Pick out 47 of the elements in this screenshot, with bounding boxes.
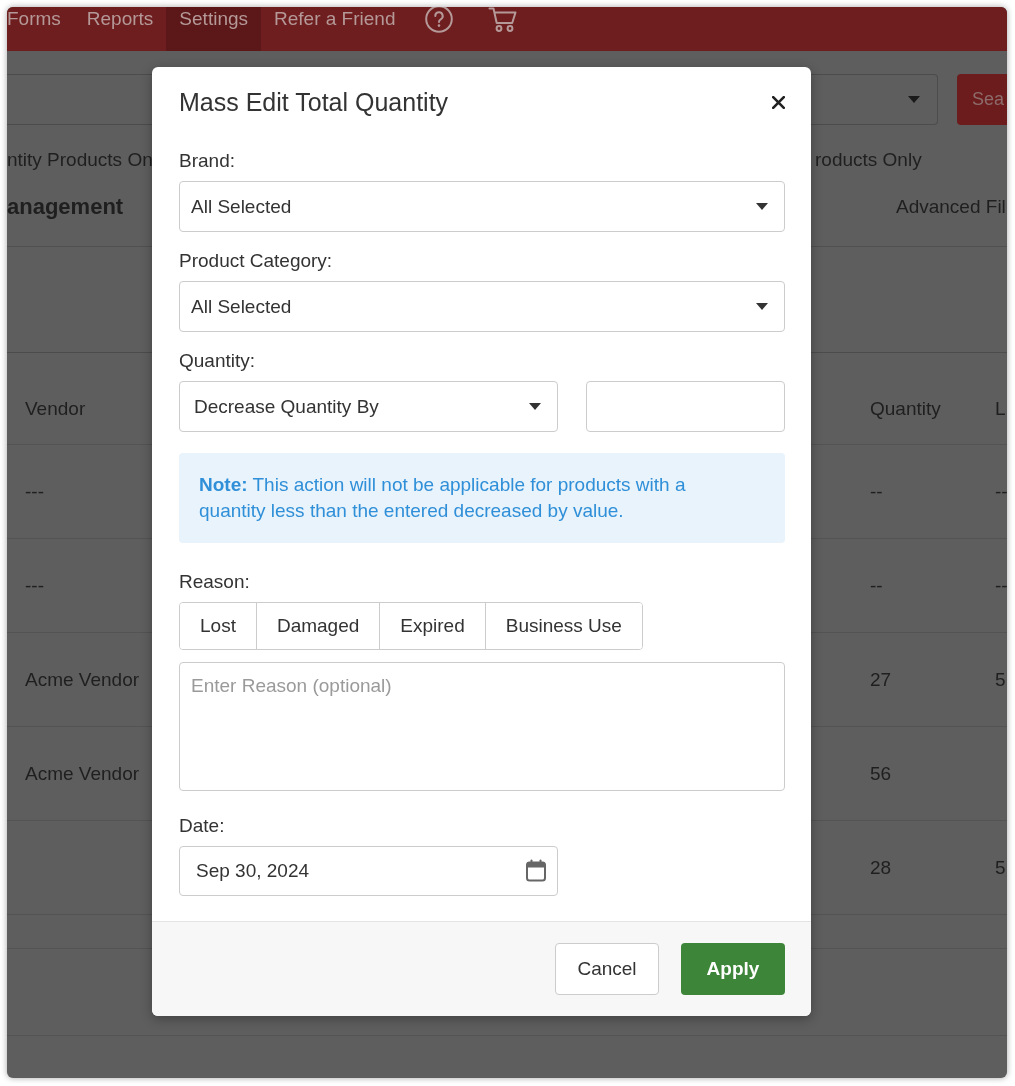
quantity-input[interactable] [586,381,785,432]
table-cell: 56 [870,762,892,784]
field-label: Quantity: [179,350,256,372]
table-cell: 27 [870,668,892,690]
help-icon[interactable] [425,7,454,33]
table-cell: -- [995,480,1007,502]
column-header: Vendor [25,398,86,419]
table-cell: 5 [995,668,1006,690]
field-label: Reason: [179,571,250,593]
caret-icon [908,96,920,103]
table-cell: -- [995,574,1007,596]
caret-icon [756,303,768,310]
table-cell: Acme Vendor [25,668,140,690]
field-label: Product Category: [179,250,333,272]
nav-item[interactable]: Reports [73,7,167,51]
column-header: L [995,398,1006,419]
field-label: Date: [179,815,225,837]
date-field[interactable]: Sep 30, 2024 [179,846,558,896]
cancel-button[interactable]: Cancel [555,943,659,995]
dropdown-field[interactable]: All Selected [179,281,785,332]
cart-icon[interactable] [488,7,519,33]
apply-button[interactable]: Apply [681,943,785,995]
nav-item[interactable]: Refer a Friend [261,7,409,51]
caret-icon [529,403,541,410]
caret-icon [756,203,768,210]
field-label: Brand: [179,150,235,172]
table-cell: 28 [870,856,892,878]
table-cell: --- [25,574,44,596]
page-title: anagement [7,194,124,219]
nav-item[interactable]: Settings [166,7,261,51]
column-header: Quantity [870,398,941,419]
note-message: Note: This action will not be applicable for products with a quantity less than the entered decreased by value. [179,453,785,543]
modal-title: Mass Edit Total Quantity [179,88,449,116]
filter-label: roducts Only [815,149,922,170]
table-cell: --- [25,480,44,502]
nav-item[interactable]: Forms [7,7,74,51]
dropdown-field[interactable]: All Selected [179,181,785,232]
reason-textarea[interactable]: Enter Reason (optional) [179,662,785,791]
filter-label: ntity Products On [7,149,153,170]
dropdown-field[interactable]: Decrease Quantity By [179,381,558,432]
table-cell: -- [870,574,883,596]
table-cell: Acme Vendor [25,762,140,784]
calendar-icon[interactable] [526,859,546,882]
table-cell: -- [870,480,883,502]
reason-option[interactable]: Lost [180,603,257,649]
table-cell: 5 [995,856,1006,878]
close-icon[interactable] [772,95,785,109]
